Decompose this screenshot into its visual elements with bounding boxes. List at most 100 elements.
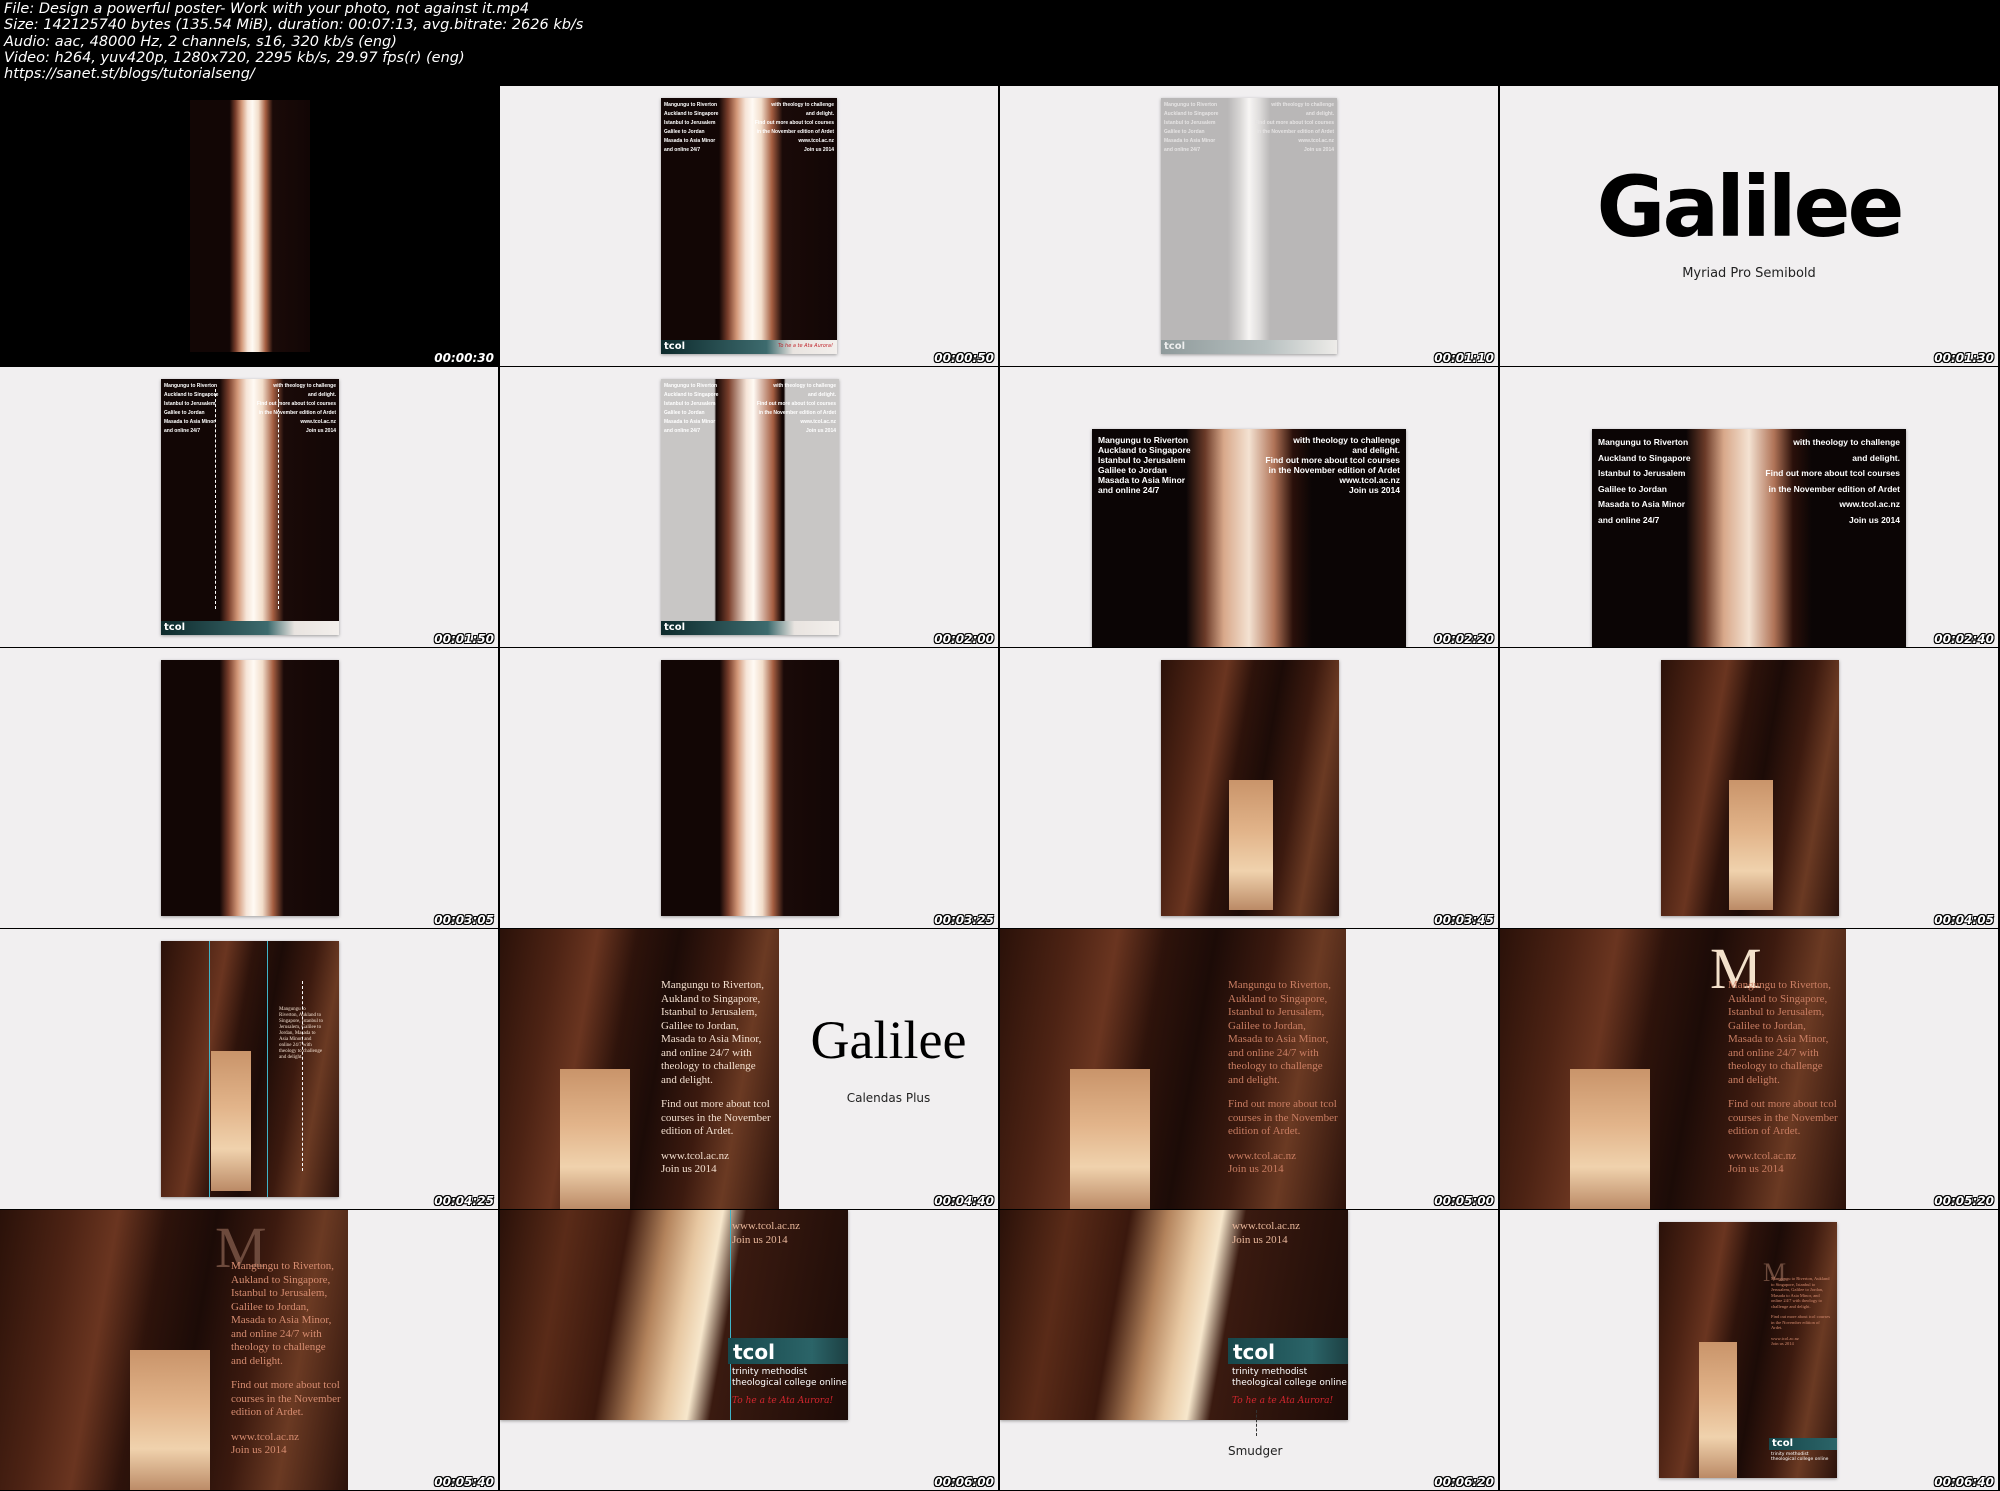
poster-left-text: Mangungu to Riverton Auckland to Singapor… [664, 383, 719, 434]
thumbnail-16[interactable]: M Mangungu to Riverton, Aukland to Singa… [1500, 929, 1998, 1209]
timestamp: 00:06:40 [1934, 1475, 1994, 1489]
thumbnail-5[interactable]: Mangungu to Riverton Auckland to Singapor… [0, 367, 498, 647]
thumbnail-3[interactable]: Mangungu to Riverton Auckland to Singapor… [1000, 86, 1498, 366]
thumbnail-11[interactable]: 00:03:45 [1000, 648, 1498, 928]
thumbnail-18[interactable]: www.tcol.ac.nz Join us 2014 tcol trinity… [500, 1210, 998, 1490]
logo-band: tcol [1769, 1438, 1837, 1450]
source-url-line: https://sanet.st/blogs/tutorialseng/ [4, 66, 255, 83]
thumbnail-12[interactable]: 00:04:05 [1500, 648, 1998, 928]
guide-arrow [302, 981, 303, 1171]
guide-line [209, 941, 210, 1197]
poster-tagline: To he a te Ata Aurora! [1232, 1396, 1334, 1406]
tcol-logo: tcol [733, 1340, 776, 1364]
font-sample-word: Galilee [810, 1010, 967, 1070]
treasury-facade [130, 1350, 210, 1490]
faded-left-text: Mangungu to Riverton Auckland to Singapor… [1164, 102, 1219, 153]
poster-left-text: Mangungu to Riverton Auckland to Singapor… [164, 383, 219, 434]
timestamp: 00:01:30 [1934, 351, 1994, 365]
thumbnail-9[interactable]: 00:03:05 [0, 648, 498, 928]
tcol-logo: tcol [164, 622, 186, 633]
thumbnail-15[interactable]: Mangungu to Riverton, Aukland to Singapo… [1000, 929, 1498, 1209]
timestamp: 00:02:40 [1934, 632, 1994, 646]
serif-text-block: Mangungu to Riverton, Aukland to Singapo… [1771, 1276, 1831, 1346]
siq-poster-closeup: Mangungu to Riverton, Aukland to Singapo… [1000, 929, 1346, 1209]
poster-right-text: with theology to challenge and delight. Fi… [756, 383, 836, 434]
file-info-header: File: Design a powerful poster- Work wit… [0, 0, 2000, 86]
poster-right-text: with theology to challenge and delight. Fi… [754, 102, 834, 153]
guide-arrow-right [278, 389, 279, 609]
siq-poster-closeup: Mangungu to Riverton, Aukland to Singapo… [500, 929, 779, 1209]
poster-left-text: Mangungu to Riverton Auckland to Singapor… [1598, 437, 1691, 525]
thumbnail-17[interactable]: M Mangungu to Riverton, Aukland to Singa… [0, 1210, 498, 1490]
poster-bottom-closeup: www.tcol.ac.nz Join us 2014 tcol trinity… [500, 1210, 848, 1420]
timestamp: 00:02:00 [934, 632, 994, 646]
serif-text-block: Mangungu to Riverton, Aukland to Singapo… [1728, 979, 1838, 1175]
timestamp: 00:05:40 [434, 1475, 494, 1489]
timestamp: 00:04:05 [1934, 913, 1994, 927]
faded-footer-band: tcol [1161, 340, 1337, 354]
tcol-logo: tcol [664, 341, 686, 352]
thumbnail-7[interactable]: Mangungu to Riverton Auckland to Singapor… [1000, 367, 1498, 647]
poster-preview: Mangungu to Riverton Auckland to Singapor… [161, 379, 339, 635]
thumbnail-1[interactable]: 00:00:30 [0, 86, 498, 366]
thumbnail-8[interactable]: Mangungu to Riverton Auckland to Singapor… [1500, 367, 1998, 647]
college-name: trinity methodist theological college on… [1232, 1367, 1347, 1388]
thumbnail-19[interactable]: www.tcol.ac.nz Join us 2014 tcol trinity… [1000, 1210, 1498, 1490]
video-info-line: Video: h264, yuv420p, 1280x720, 2295 kb/… [4, 49, 465, 66]
siq-photo [1161, 660, 1339, 916]
siq-photo [1661, 660, 1839, 916]
poster-tagline: To he a te Ata Aurora! [732, 1396, 834, 1406]
timestamp: 00:03:05 [434, 913, 494, 927]
serif-text-block: Mangungu to Riverton, Aukland to Singapo… [661, 979, 771, 1175]
poster-closeup: Mangungu to Riverton Auckland to Singapor… [1592, 429, 1906, 647]
poster-closeup: Mangungu to Riverton Auckland to Singapor… [1092, 429, 1406, 647]
logo-band: tcol [728, 1338, 848, 1364]
file-size-line: Size: 142125740 bytes (135.54 MiB), dura… [4, 17, 584, 34]
treasury-facade [560, 1069, 630, 1209]
college-name: trinity methodist theological college on… [1771, 1452, 1829, 1462]
thumbnail-6[interactable]: Mangungu to Riverton Auckland to Singapor… [500, 367, 998, 647]
poster-footer-band: tcol [161, 621, 339, 635]
timestamp: 00:00:50 [934, 351, 994, 365]
faded-right-text: with theology to challenge and delight. Fi… [1254, 102, 1334, 153]
timestamp: 00:05:20 [1934, 1194, 1994, 1208]
file-name-line: File: Design a powerful poster- Work wit… [4, 1, 530, 17]
poster-url-block: www.tcol.ac.nz Join us 2014 [732, 1220, 801, 1246]
thumbnail-20[interactable]: M Mangungu to Riverton, Aukland to Singa… [1500, 1210, 1998, 1490]
canyon-photo [161, 660, 339, 916]
thumbnail-2[interactable]: Mangungu to Riverton Auckland to Singapor… [500, 86, 998, 366]
final-poster: M Mangungu to Riverton, Aukland to Singa… [1659, 1222, 1837, 1478]
smudger-label: Smudger [1228, 1444, 1283, 1458]
poster-url-block: www.tcol.ac.nz Join us 2014 [1232, 1220, 1301, 1246]
siq-photo-with-guides: Mangungu to Riverton, Aukland to Singapo… [161, 941, 339, 1197]
serif-text-block: Mangungu to Riverton, Aukland to Singapo… [231, 1260, 341, 1456]
logo-band: tcol [1228, 1338, 1348, 1364]
thumbnail-14[interactable]: Mangungu to Riverton, Aukland to Singapo… [500, 929, 998, 1209]
siq-poster-closeup: M Mangungu to Riverton, Aukland to Singa… [0, 1210, 348, 1490]
poster-left-text: Mangungu to Riverton Auckland to Singapor… [664, 102, 719, 153]
guide-line [730, 1210, 731, 1420]
poster-footer-band: tcol To he a te Ata Aurora! [661, 340, 837, 354]
tcol-logo: tcol [1164, 341, 1186, 352]
smudger-pointer [1256, 1410, 1257, 1436]
treasury-facade [211, 1051, 251, 1191]
font-sample-name: Myriad Pro Semibold [1682, 266, 1816, 281]
audio-info-line: Audio: aac, 48000 Hz, 2 channels, s16, 3… [4, 33, 397, 50]
timestamp: 00:00:30 [434, 351, 494, 365]
poster-tagline: To he a te Ata Aurora! [777, 343, 833, 349]
poster-preview: Mangungu to Riverton Auckland to Singapor… [661, 98, 837, 354]
treasury-facade [1229, 780, 1273, 910]
thumbnail-13[interactable]: Mangungu to Riverton, Aukland to Singapo… [0, 929, 498, 1209]
timestamp: 00:02:20 [1434, 632, 1494, 646]
poster-right-text: with theology to challenge and delight. Fi… [1265, 435, 1400, 495]
canyon-photo [661, 660, 839, 916]
timestamp: 00:05:00 [1434, 1194, 1494, 1208]
canyon-photo [190, 100, 310, 352]
tcol-logo: tcol [1772, 1438, 1794, 1449]
thumbnail-4[interactable]: Galilee Myriad Pro Semibold 00:01:30 [1500, 86, 1998, 366]
thumbnail-10[interactable]: 00:03:25 [500, 648, 998, 928]
poster-right-text: with theology to challenge and delight. Fi… [1765, 437, 1900, 525]
poster-bottom-closeup: www.tcol.ac.nz Join us 2014 tcol trinity… [1000, 1210, 1348, 1420]
poster-preview-masked: Mangungu to Riverton Auckland to Singapor… [661, 379, 839, 635]
thumbnail-grid: 00:00:30 Mangungu to Riverton Auckland to… [0, 86, 2000, 1491]
